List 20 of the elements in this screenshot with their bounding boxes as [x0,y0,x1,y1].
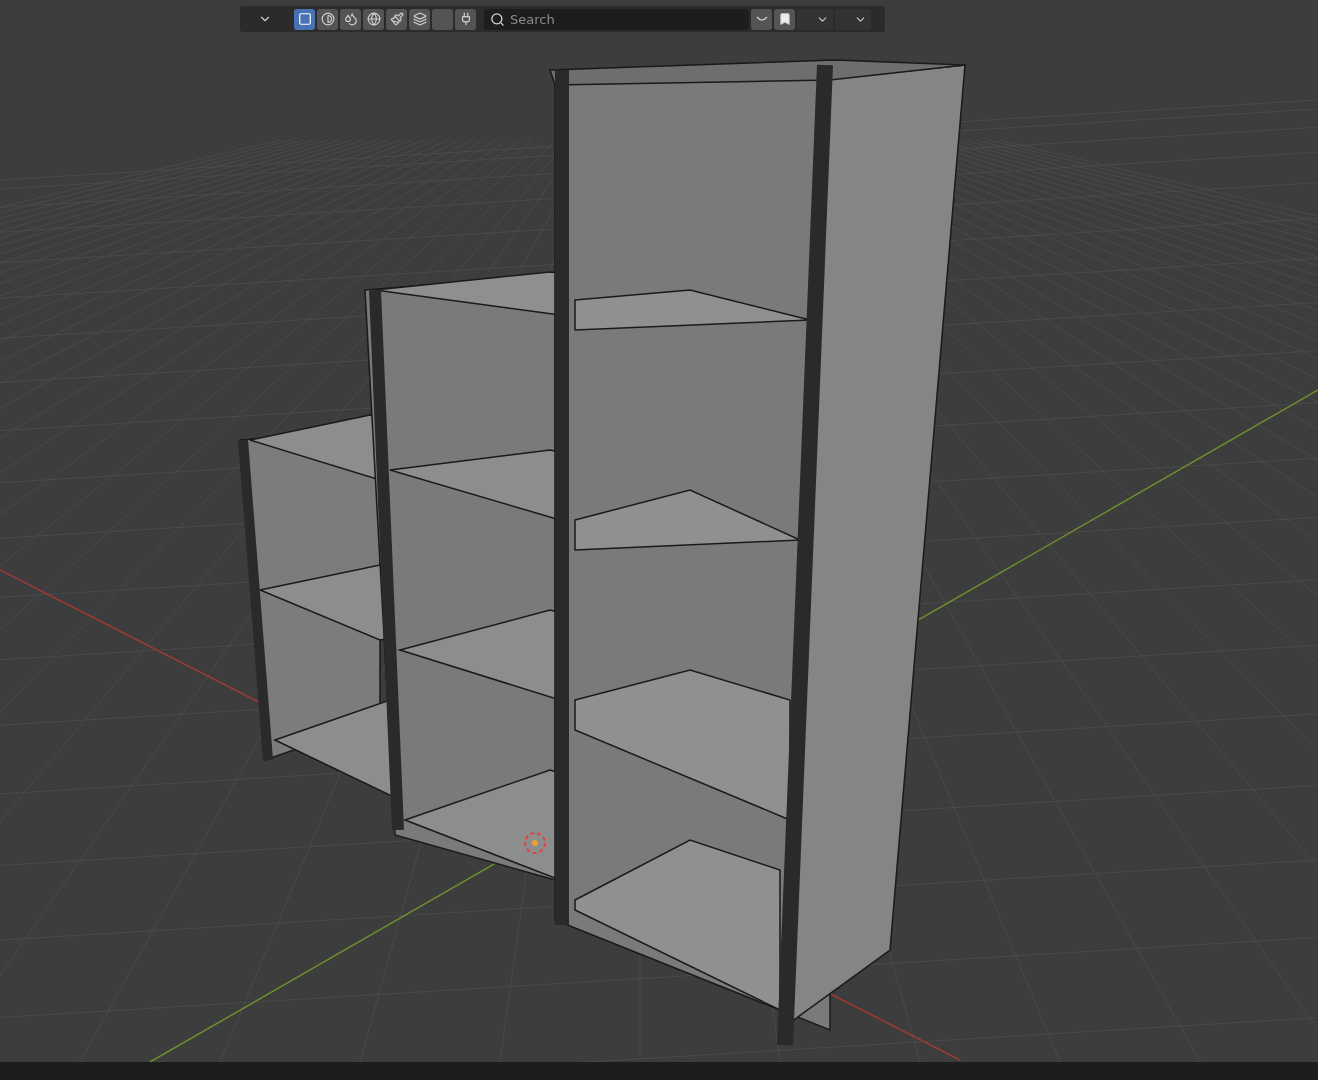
3d-cursor-icon [524,832,546,854]
filter-toggle[interactable] [340,8,361,30]
bookmark-icon [777,12,792,26]
filter-toggle[interactable] [409,8,430,30]
droplets-icon [343,12,358,26]
curve-toggle[interactable] [751,8,772,30]
layers-icon [412,12,427,26]
globe-icon [366,12,381,26]
square-icon [297,12,312,26]
search-icon [490,11,505,27]
filter-toggle[interactable] [317,8,338,30]
filter-toggle[interactable] [455,8,476,30]
half-circle-icon [320,12,335,26]
search-field[interactable]: Search [484,8,749,30]
bookmark-toggle[interactable] [774,8,795,30]
filter-toggle[interactable] [432,8,453,30]
filter-toggle[interactable] [294,8,315,30]
filter-toggle[interactable] [363,8,384,30]
brush-icon [389,12,404,26]
filter-toggle[interactable] [386,8,407,30]
